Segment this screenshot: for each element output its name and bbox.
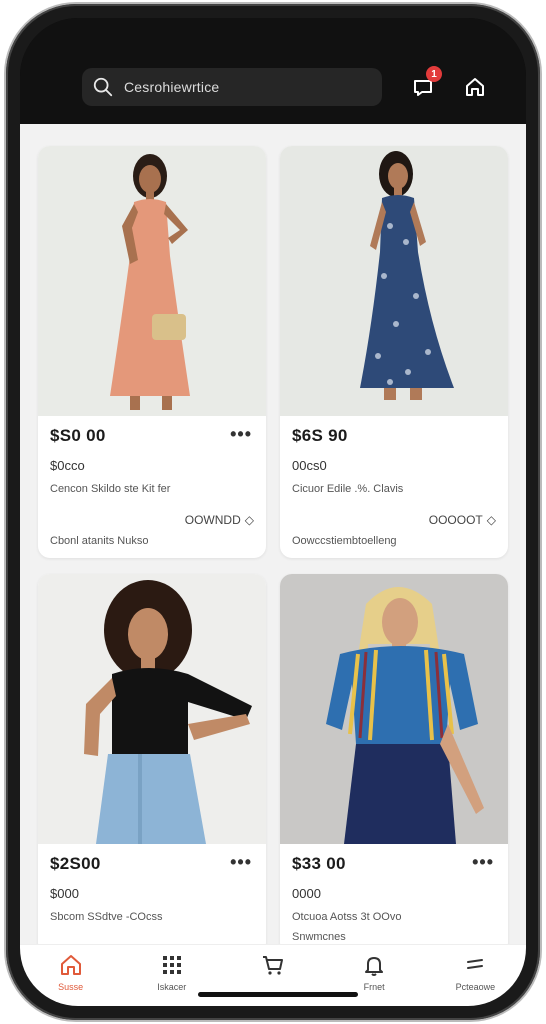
nav-item-cart[interactable] xyxy=(228,953,318,982)
product-description: Otcuoa Aotss 3t OOvo xyxy=(292,911,402,923)
cart-icon xyxy=(262,956,283,975)
product-meta-text: OOWNDD xyxy=(184,513,241,527)
home-icon xyxy=(466,78,484,96)
product-description: Sbcom SSdtve -COcss xyxy=(50,911,163,923)
home-indicator xyxy=(198,992,358,997)
product-info: $S0 00 ••• $0cco Cencon Skildo ste Kit f… xyxy=(38,416,266,557)
search-placeholder: Cesrohiewrtice xyxy=(124,79,220,95)
product-info: $6S 90 00cs0 Cicuor Edile .%. Clavis OOO… xyxy=(280,416,508,557)
notification-button[interactable]: 1 xyxy=(408,66,442,102)
product-description: Cencon Skildo ste Kit fer xyxy=(50,483,171,495)
more-options-button[interactable]: ••• xyxy=(472,852,494,873)
home-icon xyxy=(60,955,81,975)
nav-item-menu[interactable]: Pcteaowe xyxy=(430,953,520,992)
tag-icon[interactable]: ◇ xyxy=(487,513,496,527)
phone-screen: Cesrohiewrtice 1 $S0 00 ••• $0cco Cencon… xyxy=(20,18,526,1006)
phone-frame: Cesrohiewrtice 1 $S0 00 ••• $0cco Cencon… xyxy=(6,4,540,1020)
product-image[interactable] xyxy=(38,146,266,416)
product-image[interactable] xyxy=(280,146,508,416)
product-card[interactable]: $2S00 ••• $000 Sbcom SSdtve -COcss xyxy=(38,574,266,944)
grid-icon xyxy=(162,956,181,974)
product-footer: Oowccstiembtoelleng xyxy=(292,535,397,547)
product-price: $6S 90 xyxy=(292,426,348,445)
menu-icon xyxy=(467,959,484,969)
product-card[interactable]: $6S 90 00cs0 Cicuor Edile .%. Clavis OOO… xyxy=(280,146,508,558)
search-icon xyxy=(93,77,113,97)
product-footer: Cbonl atanits Nukso xyxy=(50,535,149,547)
product-meta-text: OOOOOT xyxy=(428,513,483,527)
nav-label-notifications: Frnet xyxy=(363,982,385,992)
product-price: $2S00 xyxy=(50,854,101,873)
more-options-button[interactable]: ••• xyxy=(230,852,252,873)
nav-label-home: Susse xyxy=(58,982,84,992)
nav-label-categories: Iskacer xyxy=(157,982,187,992)
bell-icon xyxy=(365,957,384,976)
product-meta: OOWNDD ◇ xyxy=(50,513,254,527)
top-bar: Cesrohiewrtice 1 xyxy=(20,18,526,124)
notification-badge: 1 xyxy=(426,66,442,82)
product-info: $2S00 ••• $000 Sbcom SSdtve -COcss xyxy=(38,844,266,933)
product-image[interactable] xyxy=(38,574,266,844)
nav-item-home[interactable]: Susse xyxy=(26,953,116,992)
more-options-button[interactable]: ••• xyxy=(230,424,252,445)
product-info: $33 00 ••• 0000 Otcuoa Aotss 3t OOvo Snw… xyxy=(280,844,508,944)
product-sub-price: 0000 xyxy=(292,886,321,901)
nav-item-categories[interactable]: Iskacer xyxy=(127,953,217,992)
nav-label-menu: Pcteaowe xyxy=(455,982,496,992)
product-price: $S0 00 xyxy=(50,426,106,445)
nav-item-notifications[interactable]: Frnet xyxy=(329,953,419,992)
product-footer: Snwmcnes xyxy=(292,931,346,943)
product-grid: $S0 00 ••• $0cco Cencon Skildo ste Kit f… xyxy=(20,124,526,944)
product-sub-price: $0cco xyxy=(50,458,85,473)
product-image[interactable] xyxy=(280,574,508,844)
product-meta: OOOOOT ◇ xyxy=(292,513,496,527)
product-description: Cicuor Edile .%. Clavis xyxy=(292,483,404,495)
search-input[interactable]: Cesrohiewrtice xyxy=(82,68,382,106)
product-card[interactable]: $33 00 ••• 0000 Otcuoa Aotss 3t OOvo Snw… xyxy=(280,574,508,944)
product-sub-price: $000 xyxy=(50,886,79,901)
product-sub-price: 00cs0 xyxy=(292,458,327,473)
product-price: $33 00 xyxy=(292,854,346,873)
tag-icon[interactable]: ◇ xyxy=(245,513,254,527)
product-card[interactable]: $S0 00 ••• $0cco Cencon Skildo ste Kit f… xyxy=(38,146,266,558)
home-button[interactable] xyxy=(460,72,490,102)
